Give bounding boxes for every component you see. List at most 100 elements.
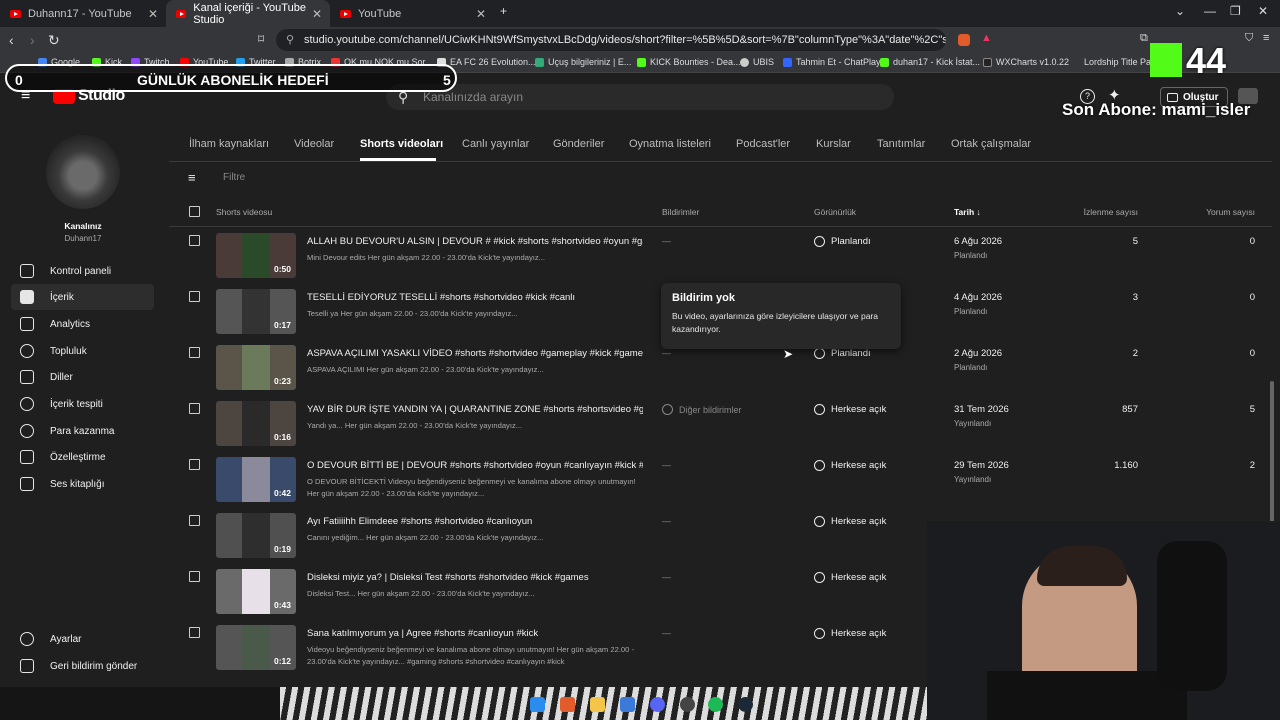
video-thumbnail[interactable]: 0:23 bbox=[216, 345, 296, 390]
reload-icon[interactable]: ↻ bbox=[48, 32, 60, 49]
sidebar-item-content-detection[interactable]: İçerik tespiti bbox=[11, 391, 154, 417]
video-thumbnail[interactable]: 0:43 bbox=[216, 569, 296, 614]
minimize-icon[interactable]: — bbox=[1204, 4, 1216, 18]
sidebar-item-dashboard[interactable]: Kontrol paneli bbox=[11, 258, 154, 284]
video-title[interactable]: O DEVOUR BİTTİ BE | DEVOUR #shorts #shor… bbox=[307, 460, 643, 471]
filter-input[interactable]: Filtre bbox=[223, 172, 245, 183]
channel-search-input[interactable]: ⚲ Kanalınızda arayın bbox=[386, 84, 894, 110]
new-tab-icon[interactable]: + bbox=[500, 4, 507, 18]
bookmark-item[interactable]: Tahmin Et - ChatPlay bbox=[783, 57, 881, 67]
visibility-dropdown[interactable]: Planlandı bbox=[814, 236, 871, 247]
bookmark-item[interactable]: UBIS bbox=[740, 57, 774, 67]
bookmark-item[interactable]: Lordship Title Pack bbox=[1084, 57, 1160, 67]
video-title[interactable]: Ayı Fatiiiihh Elimdeee #shorts #shortvid… bbox=[307, 516, 643, 527]
video-thumbnail[interactable]: 0:19 bbox=[216, 513, 296, 558]
row-checkbox[interactable] bbox=[189, 403, 200, 414]
table-row[interactable]: 0:16 YAV BİR DUR İŞTE YANDIN YA | QUARAN… bbox=[169, 396, 1272, 452]
obs-icon[interactable] bbox=[680, 697, 695, 712]
steam-icon[interactable] bbox=[738, 697, 753, 712]
bookmark-item[interactable]: WXCharts v1.0.22 bbox=[983, 57, 1069, 67]
url-field[interactable]: ⚲ studio.youtube.com/channel/UCiwKHNt9WfS… bbox=[276, 29, 946, 51]
sidebar-item-monetization[interactable]: Para kazanma bbox=[11, 418, 154, 444]
close-icon[interactable]: ✕ bbox=[148, 7, 158, 21]
forward-icon[interactable]: › bbox=[30, 32, 35, 48]
visibility-dropdown[interactable]: Herkese açık bbox=[814, 628, 886, 639]
row-checkbox[interactable] bbox=[189, 235, 200, 246]
row-checkbox[interactable] bbox=[189, 627, 200, 638]
row-checkbox[interactable] bbox=[189, 571, 200, 582]
browser-tab-active[interactable]: Kanal içeriği - YouTube Studio ✕ bbox=[166, 0, 330, 27]
brave-icon[interactable] bbox=[560, 697, 575, 712]
bookmark-item[interactable]: Uçuş bilgileriniz | E... bbox=[535, 57, 631, 67]
select-all-checkbox[interactable] bbox=[189, 206, 200, 217]
tab-collaborations[interactable]: Ortak çalışmalar bbox=[951, 138, 1031, 150]
tab-promotions[interactable]: Tanıtımlar bbox=[877, 138, 925, 150]
row-checkbox[interactable] bbox=[189, 515, 200, 526]
close-icon[interactable]: ✕ bbox=[476, 7, 486, 21]
notifications-link[interactable]: Diğer bildirimler bbox=[662, 404, 742, 415]
tab-courses[interactable]: Kurslar bbox=[816, 138, 851, 150]
sidebar-item-feedback[interactable]: Geri bildirim gönder bbox=[11, 653, 154, 679]
sidebar-item-audio-library[interactable]: Ses kitaplığı bbox=[11, 471, 154, 497]
video-thumbnail[interactable]: 0:42 bbox=[216, 457, 296, 502]
tab-playlists[interactable]: Oynatma listeleri bbox=[629, 138, 711, 150]
visibility-dropdown[interactable]: Planlandı bbox=[814, 348, 871, 359]
table-row[interactable]: 0:50 ALLAH BU DEVOUR'U ALSIN | DEVOUR # … bbox=[169, 228, 1272, 284]
browser-tab[interactable]: Duhann17 - YouTube ✕ bbox=[0, 0, 166, 27]
sidebar-item-community[interactable]: Topluluk bbox=[11, 338, 154, 364]
visibility-dropdown[interactable]: Herkese açık bbox=[814, 572, 886, 583]
tab-live[interactable]: Canlı yayınlar bbox=[462, 138, 529, 150]
close-icon[interactable]: ✕ bbox=[312, 7, 322, 21]
row-checkbox[interactable] bbox=[189, 459, 200, 470]
video-thumbnail[interactable]: 0:16 bbox=[216, 401, 296, 446]
video-title[interactable]: Disleksi miyiz ya? | Disleksi Test #shor… bbox=[307, 572, 643, 583]
sidebar-item-settings[interactable]: Ayarlar bbox=[11, 626, 154, 652]
tab-posts[interactable]: Gönderiler bbox=[553, 138, 604, 150]
profile-shield-icon[interactable]: ⛉ bbox=[1245, 32, 1253, 45]
tab-inspiration[interactable]: İlham kaynakları bbox=[189, 138, 269, 150]
spotify-icon[interactable] bbox=[708, 697, 723, 712]
close-window-icon[interactable]: ✕ bbox=[1258, 4, 1268, 18]
tab-search-icon[interactable]: ⌄ bbox=[1175, 4, 1185, 18]
discord-icon[interactable] bbox=[650, 697, 665, 712]
row-checkbox[interactable] bbox=[189, 347, 200, 358]
app-icon[interactable] bbox=[620, 697, 635, 712]
file-explorer-icon[interactable] bbox=[590, 697, 605, 712]
visibility-dropdown[interactable]: Herkese açık bbox=[814, 404, 886, 415]
browser-tab[interactable]: YouTube ✕ bbox=[330, 0, 494, 27]
tab-videos[interactable]: Videolar bbox=[294, 138, 334, 150]
video-title[interactable]: ALLAH BU DEVOUR'U ALSIN | DEVOUR # #kick… bbox=[307, 236, 643, 247]
video-title[interactable]: ASPAVA AÇILIMI YASAKLI VİDEO #shorts #sh… bbox=[307, 348, 643, 359]
video-title[interactable]: TESELLİ EDİYORUZ TESELLİ #shorts #shortv… bbox=[307, 292, 643, 303]
row-checkbox[interactable] bbox=[189, 291, 200, 302]
channel-avatar[interactable] bbox=[46, 135, 120, 209]
video-thumbnail[interactable]: 0:12 bbox=[216, 625, 296, 670]
video-title[interactable]: YAV BİR DUR İŞTE YANDIN YA | QUARANTINE … bbox=[307, 404, 643, 415]
tab-shorts[interactable]: Shorts videoları bbox=[360, 138, 443, 150]
bookmark-icon[interactable]: ⌑ bbox=[258, 32, 264, 46]
video-thumbnail[interactable]: 0:17 bbox=[216, 289, 296, 334]
sidebar-item-content[interactable]: İçerik bbox=[11, 284, 154, 310]
video-thumbnail[interactable]: 0:50 bbox=[216, 233, 296, 278]
sidebar-item-languages[interactable]: Diller bbox=[11, 364, 154, 390]
bookmark-item[interactable]: KICK Bounties - Dea... bbox=[637, 57, 741, 67]
windows-start-icon[interactable] bbox=[530, 697, 545, 712]
bookmark-item[interactable]: EA FC 26 Evolution... bbox=[437, 57, 536, 67]
visibility-dropdown[interactable]: Herkese açık bbox=[814, 460, 886, 471]
visibility-dropdown[interactable]: Herkese açık bbox=[814, 516, 886, 527]
sidebar-item-customization[interactable]: Özelleştirme bbox=[11, 444, 154, 470]
tab-podcasts[interactable]: Podcast'ler bbox=[736, 138, 790, 150]
restore-icon[interactable]: ❐ bbox=[1230, 4, 1241, 18]
filter-icon[interactable]: ≡ bbox=[188, 170, 196, 185]
bookmark-item[interactable]: duhan17 - Kick İstat... bbox=[880, 57, 980, 67]
back-icon[interactable]: ‹ bbox=[9, 32, 14, 48]
sidebar-item-analytics[interactable]: Analytics bbox=[11, 311, 154, 337]
menu-icon[interactable]: ≡ bbox=[1263, 32, 1269, 44]
brave-rewards-icon[interactable]: ▲ bbox=[981, 32, 992, 44]
table-row[interactable]: 0:42 O DEVOUR BİTTİ BE | DEVOUR #shorts … bbox=[169, 452, 1272, 508]
brave-shield-icon[interactable] bbox=[958, 34, 970, 46]
video-title[interactable]: Sana katılmıyorum ya | Agree #shorts #ca… bbox=[307, 628, 643, 639]
extensions-icon[interactable]: ⧉ bbox=[1140, 32, 1148, 45]
column-header-date[interactable]: Tarih ↓ bbox=[954, 207, 981, 217]
site-info-icon[interactable]: ⚲ bbox=[286, 29, 294, 51]
